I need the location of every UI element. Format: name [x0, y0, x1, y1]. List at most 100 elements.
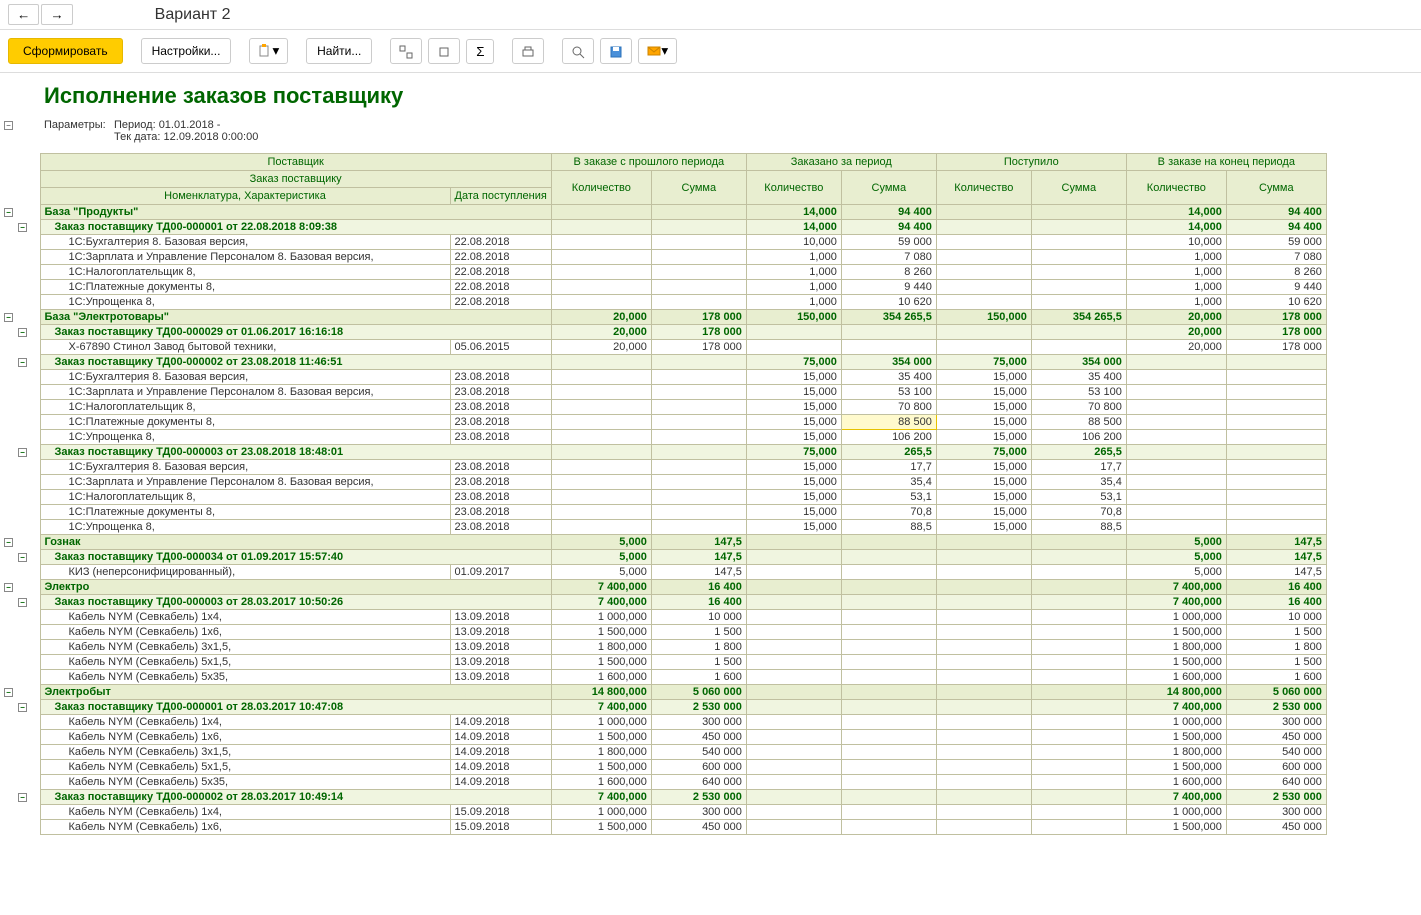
cell-value[interactable]	[651, 400, 746, 415]
cell-value[interactable]	[936, 550, 1031, 565]
cell-value[interactable]	[841, 595, 936, 610]
cell-value[interactable]: 1,000	[1126, 280, 1226, 295]
cell-value[interactable]: 5 060 000	[651, 685, 746, 700]
cell-value[interactable]	[1031, 775, 1126, 790]
sum-icon[interactable]: Σ	[466, 39, 494, 64]
cell-value[interactable]	[1031, 700, 1126, 715]
cell-value[interactable]	[1226, 385, 1326, 400]
mail-icon[interactable]: ▾	[638, 38, 677, 64]
cell-value[interactable]	[746, 670, 841, 685]
cell-value[interactable]: 600 000	[1226, 760, 1326, 775]
cell-value[interactable]: 147,5	[651, 550, 746, 565]
cell-value[interactable]	[746, 535, 841, 550]
cell-value[interactable]: 9 440	[841, 280, 936, 295]
cell-value[interactable]: 94 400	[841, 205, 936, 220]
cell-value[interactable]: 16 400	[651, 580, 746, 595]
cell-value[interactable]	[936, 760, 1031, 775]
cell-value[interactable]	[1031, 805, 1126, 820]
table-row[interactable]: Кабель NYM (Севкабель) 1х4,15.09.20181 0…	[0, 805, 1326, 820]
cell-value[interactable]	[841, 685, 936, 700]
cell-value[interactable]: 15,000	[936, 505, 1031, 520]
cell-value[interactable]	[1031, 760, 1126, 775]
cell-value[interactable]: 75,000	[936, 445, 1031, 460]
cell-value[interactable]	[1031, 325, 1126, 340]
cell-value[interactable]	[936, 565, 1031, 580]
cell-value[interactable]	[651, 250, 746, 265]
cell-value[interactable]: 1 800	[1226, 640, 1326, 655]
cell-value[interactable]	[551, 505, 651, 520]
cell-value[interactable]	[746, 565, 841, 580]
forward-button[interactable]: →	[41, 4, 72, 25]
cell-value[interactable]: 5,000	[1126, 535, 1226, 550]
cell-value[interactable]	[551, 355, 651, 370]
cell-value[interactable]	[936, 580, 1031, 595]
cell-value[interactable]	[651, 430, 746, 445]
cell-value[interactable]: 1 800,000	[1126, 640, 1226, 655]
table-row[interactable]: −База "Продукты"14,00094 40014,00094 400	[0, 205, 1326, 220]
cell-value[interactable]: 10 000	[651, 610, 746, 625]
cell-value[interactable]	[551, 400, 651, 415]
cell-value[interactable]: 15,000	[746, 475, 841, 490]
cell-value[interactable]	[841, 805, 936, 820]
cell-value[interactable]	[1031, 340, 1126, 355]
cell-value[interactable]	[651, 445, 746, 460]
cell-value[interactable]: 20,000	[551, 325, 651, 340]
cell-value[interactable]: 2 530 000	[1226, 700, 1326, 715]
table-row[interactable]: 1С:Бухгалтерия 8. Базовая версия,22.08.2…	[0, 235, 1326, 250]
cell-value[interactable]	[746, 805, 841, 820]
cell-value[interactable]: 20,000	[1126, 340, 1226, 355]
cell-value[interactable]	[651, 520, 746, 535]
cell-value[interactable]	[936, 715, 1031, 730]
row-toggle[interactable]: −	[18, 703, 27, 712]
cell-value[interactable]: 53,1	[1031, 490, 1126, 505]
table-row[interactable]: Х-67890 Стинол Завод бытовой техники,05.…	[0, 340, 1326, 355]
cell-value[interactable]	[746, 685, 841, 700]
row-toggle[interactable]: −	[18, 328, 27, 337]
cell-value[interactable]: 20,000	[551, 340, 651, 355]
cell-value[interactable]: 15,000	[746, 490, 841, 505]
cell-value[interactable]: 8 260	[841, 265, 936, 280]
cell-value[interactable]: 300 000	[1226, 715, 1326, 730]
cell-value[interactable]	[1126, 445, 1226, 460]
cell-value[interactable]: 1,000	[746, 295, 841, 310]
cell-value[interactable]: 106 200	[1031, 430, 1126, 445]
cell-value[interactable]: 147,5	[651, 565, 746, 580]
cell-value[interactable]	[651, 235, 746, 250]
cell-value[interactable]	[746, 730, 841, 745]
table-row[interactable]: Кабель NYM (Севкабель) 1х4,13.09.20181 0…	[0, 610, 1326, 625]
cell-value[interactable]	[936, 685, 1031, 700]
cell-value[interactable]: 10 620	[841, 295, 936, 310]
cell-value[interactable]: 1,000	[1126, 250, 1226, 265]
cell-value[interactable]: 450 000	[1226, 730, 1326, 745]
cell-value[interactable]	[1031, 265, 1126, 280]
cell-value[interactable]: 7 080	[1226, 250, 1326, 265]
cell-value[interactable]	[651, 490, 746, 505]
cell-value[interactable]: 1 800,000	[551, 745, 651, 760]
cell-value[interactable]	[746, 340, 841, 355]
cell-value[interactable]	[551, 460, 651, 475]
row-toggle[interactable]: −	[18, 448, 27, 457]
cell-value[interactable]: 1 600	[651, 670, 746, 685]
cell-value[interactable]	[1126, 460, 1226, 475]
cell-value[interactable]	[651, 265, 746, 280]
cell-value[interactable]: 1 600	[1226, 670, 1326, 685]
cell-value[interactable]	[551, 520, 651, 535]
cell-value[interactable]	[651, 460, 746, 475]
cell-value[interactable]	[936, 205, 1031, 220]
cell-value[interactable]: 1 500,000	[551, 760, 651, 775]
cell-value[interactable]	[936, 595, 1031, 610]
cell-value[interactable]: 450 000	[1226, 820, 1326, 835]
cell-value[interactable]	[936, 325, 1031, 340]
cell-value[interactable]: 1 500	[651, 625, 746, 640]
cell-value[interactable]: 15,000	[746, 430, 841, 445]
cell-value[interactable]: 15,000	[936, 385, 1031, 400]
cell-value[interactable]: 10 000	[1226, 610, 1326, 625]
table-row[interactable]: Кабель NYM (Севкабель) 1х6,13.09.20181 5…	[0, 625, 1326, 640]
cell-value[interactable]: 1 600,000	[551, 670, 651, 685]
cell-value[interactable]: 147,5	[1226, 550, 1326, 565]
cell-value[interactable]	[1226, 370, 1326, 385]
cell-value[interactable]: 14,000	[1126, 205, 1226, 220]
cell-value[interactable]	[936, 820, 1031, 835]
cell-value[interactable]	[841, 700, 936, 715]
cell-value[interactable]: 7 400,000	[551, 595, 651, 610]
